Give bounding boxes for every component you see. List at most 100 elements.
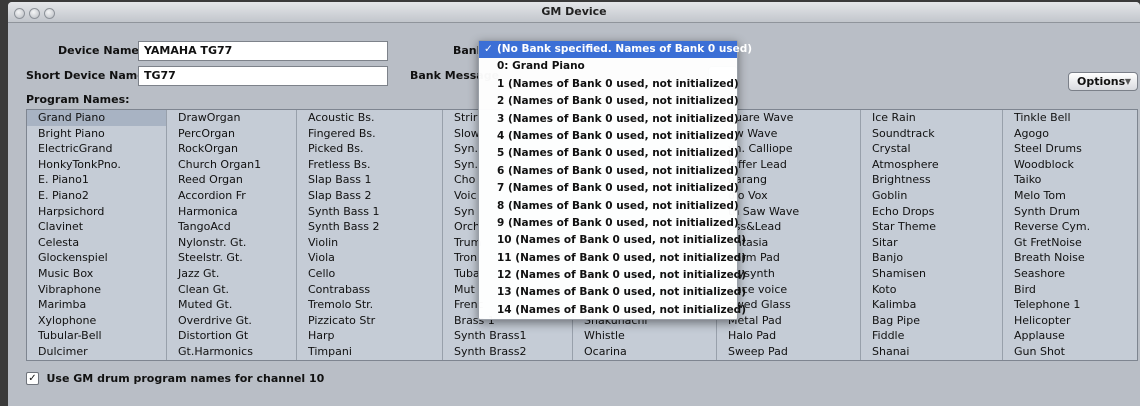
program-name-cell[interactable]: Marimba [27, 297, 166, 313]
bank-menu-item[interactable]: 8 (Names of Bank 0 used, not initialized… [479, 198, 739, 215]
program-name-cell[interactable]: Taiko [1003, 172, 1137, 188]
program-name-cell[interactable]: Slap Bass 2 [297, 188, 442, 204]
program-name-cell[interactable]: Bag Pipe [861, 313, 1002, 329]
program-name-cell[interactable]: Crystal [861, 141, 1002, 157]
bank-menu-item[interactable]: 3 (Names of Bank 0 used, not initialized… [479, 111, 739, 128]
program-name-cell[interactable]: Gun Shot [1003, 344, 1137, 360]
program-name-cell[interactable]: Nylonstr. Gt. [167, 235, 296, 251]
program-name-cell[interactable]: Atmosphere [861, 157, 1002, 173]
program-name-cell[interactable]: Woodblock [1003, 157, 1137, 173]
program-name-cell[interactable]: Banjo [861, 250, 1002, 266]
program-name-cell[interactable]: Violin [297, 235, 442, 251]
program-name-cell[interactable]: Clean Gt. [167, 282, 296, 298]
program-name-cell[interactable]: Seashore [1003, 266, 1137, 282]
program-name-cell[interactable]: Jazz Gt. [167, 266, 296, 282]
zoom-button[interactable] [44, 8, 55, 19]
program-name-cell[interactable]: Ice Rain [861, 110, 1002, 126]
program-name-cell[interactable]: Bird [1003, 282, 1137, 298]
bank-menu-item[interactable]: 6 (Names of Bank 0 used, not initialized… [479, 163, 739, 180]
bank-menu-item[interactable]: 11 (Names of Bank 0 used, not initialize… [479, 250, 746, 267]
program-name-cell[interactable]: Music Box [27, 266, 166, 282]
program-name-cell[interactable]: Contrabass [297, 282, 442, 298]
program-name-cell[interactable]: Vibraphone [27, 282, 166, 298]
program-name-cell[interactable]: Tremolo Str. [297, 297, 442, 313]
program-name-cell[interactable]: Reverse Cym. [1003, 219, 1137, 235]
program-name-cell[interactable]: Clavinet [27, 219, 166, 235]
program-name-cell[interactable]: Accordion Fr [167, 188, 296, 204]
program-name-cell[interactable]: Timpani [297, 344, 442, 360]
program-name-cell[interactable]: Synth Brass1 [443, 328, 572, 344]
bank-menu-item[interactable]: 5 (Names of Bank 0 used, not initialized… [479, 145, 739, 162]
program-name-cell[interactable]: Whistle [573, 328, 716, 344]
program-name-cell[interactable]: Distortion Gt [167, 328, 296, 344]
drum-names-checkbox[interactable]: ✓ [26, 371, 39, 385]
program-name-cell[interactable]: Soundtrack [861, 126, 1002, 142]
program-name-cell[interactable]: Steelstr. Gt. [167, 250, 296, 266]
program-name-cell[interactable]: Steel Drums [1003, 141, 1137, 157]
program-name-cell[interactable]: Shanai [861, 344, 1002, 360]
close-button[interactable] [14, 8, 25, 19]
program-name-cell[interactable]: Star Theme [861, 219, 1002, 235]
program-name-cell[interactable]: Harpsichord [27, 204, 166, 220]
program-name-cell[interactable]: Fingered Bs. [297, 126, 442, 142]
program-name-cell[interactable]: Telephone 1 [1003, 297, 1137, 313]
program-name-cell[interactable]: Celesta [27, 235, 166, 251]
program-name-cell[interactable]: Synth Brass2 [443, 344, 572, 360]
program-name-cell[interactable]: Harp [297, 328, 442, 344]
drum-names-option[interactable]: ✓ Use GM drum program names for channel … [26, 371, 324, 385]
program-name-cell[interactable]: Reed Organ [167, 172, 296, 188]
program-name-cell[interactable]: Pizzicato Str [297, 313, 442, 329]
program-name-cell[interactable]: Melo Tom [1003, 188, 1137, 204]
program-name-cell[interactable]: Cello [297, 266, 442, 282]
bank-menu-item[interactable]: 12 (Names of Bank 0 used, not initialize… [479, 267, 746, 284]
bank-menu-item[interactable]: 7 (Names of Bank 0 used, not initialized… [479, 180, 739, 197]
program-name-cell[interactable]: Halo Pad [717, 328, 860, 344]
program-name-cell[interactable]: Acoustic Bs. [297, 110, 442, 126]
program-name-cell[interactable]: Fiddle [861, 328, 1002, 344]
program-name-cell[interactable]: Fretless Bs. [297, 157, 442, 173]
program-name-cell[interactable]: Goblin [861, 188, 1002, 204]
bank-menu-item[interactable]: 1 (Names of Bank 0 used, not initialized… [479, 76, 739, 93]
bank-menu-item[interactable]: 9 (Names of Bank 0 used, not initialized… [479, 215, 739, 232]
program-name-cell[interactable]: Gt FretNoise [1003, 235, 1137, 251]
program-name-cell[interactable]: Synth Bass 2 [297, 219, 442, 235]
program-name-cell[interactable]: Glockenspiel [27, 250, 166, 266]
program-name-cell[interactable]: Sweep Pad [717, 344, 860, 360]
bank-menu-item[interactable]: 0: Grand Piano [479, 58, 737, 75]
program-name-cell[interactable]: Applause [1003, 328, 1137, 344]
program-name-cell[interactable]: TangoAcd [167, 219, 296, 235]
bank-menu-item[interactable]: ✓ (No Bank specified. Names of Bank 0 use… [479, 41, 752, 59]
program-name-cell[interactable]: Synth Bass 1 [297, 204, 442, 220]
program-name-cell[interactable]: Overdrive Gt. [167, 313, 296, 329]
program-name-cell[interactable]: Church Organ1 [167, 157, 296, 173]
program-name-cell[interactable]: ElectricGrand [27, 141, 166, 157]
device-name-field[interactable]: YAMAHA TG77 [138, 41, 388, 61]
bank-menu-item[interactable]: 14 (Names of Bank 0 used, not initialize… [479, 302, 746, 319]
program-name-cell[interactable]: Picked Bs. [297, 141, 442, 157]
program-name-cell[interactable]: E. Piano1 [27, 172, 166, 188]
program-name-cell[interactable]: Gt.Harmonics [167, 344, 296, 360]
program-name-cell[interactable]: RockOrgan [167, 141, 296, 157]
minimize-button[interactable] [29, 8, 40, 19]
bank-menu-item[interactable]: 2 (Names of Bank 0 used, not initialized… [479, 93, 739, 110]
program-name-cell[interactable]: Xylophone [27, 313, 166, 329]
program-name-cell[interactable]: DrawOrgan [167, 110, 296, 126]
program-name-cell[interactable]: Bright Piano [27, 126, 166, 142]
program-name-cell[interactable]: Slap Bass 1 [297, 172, 442, 188]
program-name-cell[interactable]: Tubular-Bell [27, 328, 166, 344]
program-name-cell[interactable]: Dulcimer [27, 344, 166, 360]
bank-menu-item[interactable]: 4 (Names of Bank 0 used, not initialized… [479, 128, 739, 145]
program-name-cell[interactable]: Koto [861, 282, 1002, 298]
program-name-cell[interactable]: E. Piano2 [27, 188, 166, 204]
program-name-cell[interactable]: PercOrgan [167, 126, 296, 142]
program-name-cell[interactable]: Breath Noise [1003, 250, 1137, 266]
short-device-name-field[interactable]: TG77 [138, 66, 388, 86]
program-name-cell[interactable]: HonkyTonkPno. [27, 157, 166, 173]
program-name-cell[interactable]: Helicopter [1003, 313, 1137, 329]
program-name-cell[interactable]: Ocarina [573, 344, 716, 360]
program-name-cell[interactable]: Kalimba [861, 297, 1002, 313]
program-name-cell[interactable]: Harmonica [167, 204, 296, 220]
bank-menu-item[interactable]: 13 (Names of Bank 0 used, not initialize… [479, 284, 746, 301]
program-name-cell[interactable]: Grand Piano [27, 110, 166, 126]
program-name-cell[interactable]: Muted Gt. [167, 297, 296, 313]
